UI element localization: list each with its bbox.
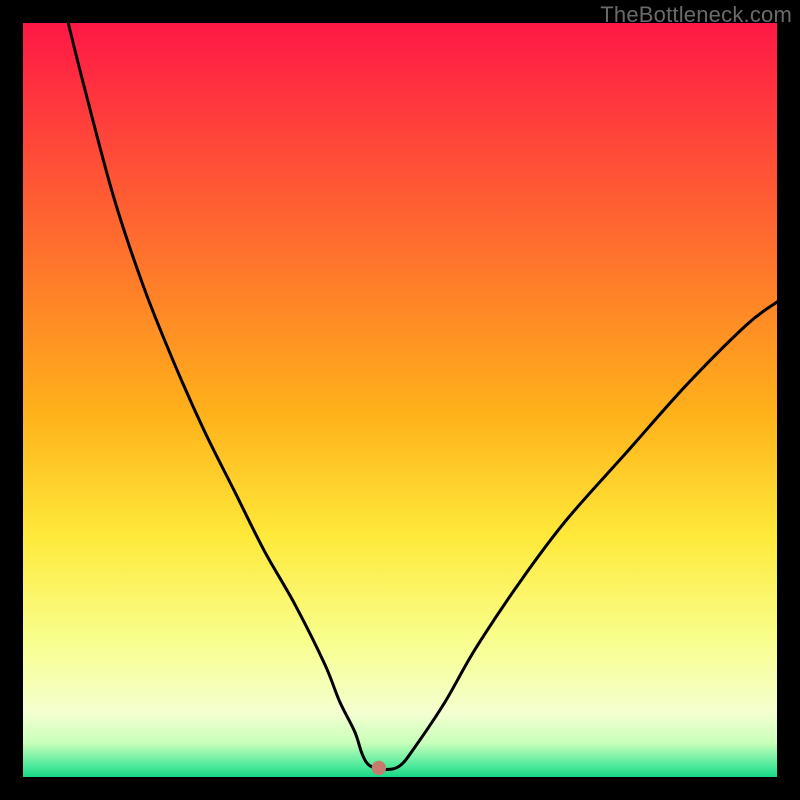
optimum-marker [372,761,386,775]
chart-svg [23,23,777,777]
gradient-background [23,23,777,777]
chart-frame: TheBottleneck.com [0,0,800,800]
plot-area [23,23,777,777]
watermark-text: TheBottleneck.com [600,2,792,28]
